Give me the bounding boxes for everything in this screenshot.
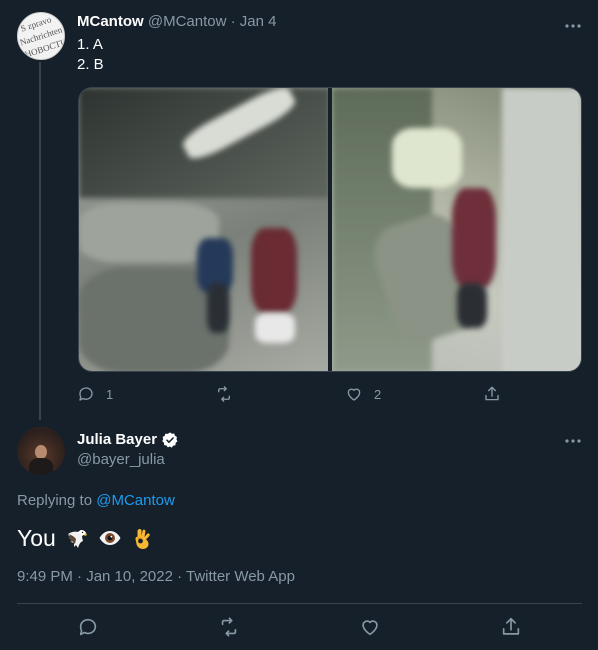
replying-prefix: Replying to <box>17 492 93 509</box>
avatar-body <box>29 458 53 475</box>
tweet-text: You <box>17 525 56 551</box>
separator: · <box>230 13 236 30</box>
tweet-timestamp[interactable]: 9:49 PM · Jan 10, 2022 · Twitter Web App <box>17 568 295 586</box>
reply-button[interactable]: 1 <box>77 384 113 404</box>
more-options-icon[interactable] <box>563 16 583 36</box>
tweet-line: 1. A <box>77 36 103 53</box>
share-icon <box>502 617 520 635</box>
heart-icon <box>362 620 378 636</box>
reply-button[interactable] <box>77 616 99 638</box>
heart-icon <box>347 388 361 401</box>
tweet-line: 2. B <box>77 56 104 73</box>
cctv-image-a[interactable] <box>79 88 329 371</box>
tweet-header: MCantow @MCantow · Jan 4 <box>77 13 276 31</box>
retweet-button[interactable] <box>215 384 233 404</box>
like-count: 2 <box>374 386 382 402</box>
tweet2-actions <box>0 616 598 640</box>
display-name[interactable]: MCantow <box>77 13 144 30</box>
handle[interactable]: @bayer_julia <box>77 451 165 469</box>
tweet-text: 1. A 2. B <box>77 35 104 75</box>
divider <box>17 603 582 604</box>
tweet2-text: You <box>17 524 155 552</box>
julia-bayer-avatar[interactable] <box>17 427 65 475</box>
like-button[interactable]: 2 <box>345 384 381 404</box>
tweet1-actions: 1 2 <box>77 384 507 404</box>
reply-count: 1 <box>106 386 114 402</box>
like-button[interactable] <box>359 616 381 638</box>
replying-to-link[interactable]: @MCantow <box>96 492 175 509</box>
tweet-media[interactable] <box>78 87 582 372</box>
share-button[interactable] <box>500 616 522 638</box>
thread-connector-line <box>39 62 41 420</box>
cctv-image-b[interactable] <box>332 88 581 371</box>
eagle-emoji-icon <box>67 530 87 548</box>
replying-to: Replying to @MCantow <box>17 492 175 510</box>
tweet2-name-row: Julia Bayer <box>77 431 179 449</box>
handle[interactable]: @MCantow <box>148 13 227 30</box>
retweet-icon <box>218 386 230 402</box>
retweet-button[interactable] <box>218 616 240 638</box>
media-gap <box>328 88 330 371</box>
retweet-icon <box>221 617 237 637</box>
ok-hand-emoji-icon <box>135 529 150 549</box>
display-name[interactable]: Julia Bayer <box>77 431 157 449</box>
share-button[interactable] <box>483 384 501 404</box>
tweet-date[interactable]: Jan 4 <box>240 13 277 30</box>
eye-emoji-icon <box>99 531 121 545</box>
reply-icon <box>79 618 97 636</box>
verified-badge-icon <box>162 432 178 448</box>
mcantow-avatar[interactable]: S zpravo Nachrichten НОВОСТИ <box>17 12 65 60</box>
reply-icon <box>79 387 93 401</box>
share-icon <box>485 386 499 401</box>
avatar-face <box>35 445 47 459</box>
more-options-icon[interactable] <box>563 431 583 451</box>
